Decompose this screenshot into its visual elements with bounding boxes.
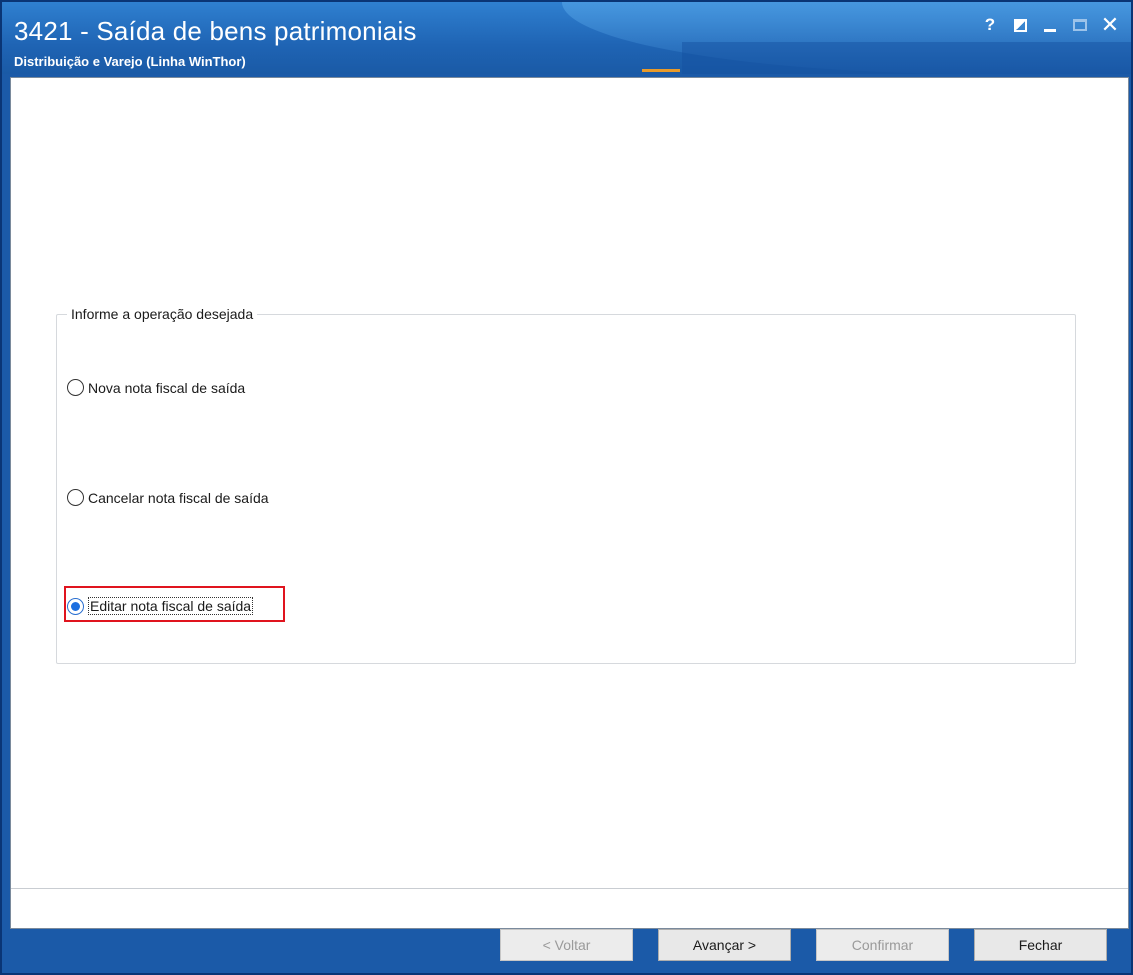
contrast-icon[interactable] <box>1005 12 1035 38</box>
radio-option-label: Cancelar nota fiscal de saída <box>88 489 269 506</box>
window-subtitle: Distribuição e Varejo (Linha WinThor) <box>14 54 246 69</box>
radio-option-cancel[interactable]: Cancelar nota fiscal de saída <box>67 489 269 506</box>
main-window: 3421 - Saída de bens patrimoniais Distri… <box>0 0 1133 975</box>
content-area: Informe a operação desejada Nova nota fi… <box>10 77 1129 929</box>
radio-icon[interactable] <box>67 489 84 506</box>
window-title: 3421 - Saída de bens patrimoniais <box>14 16 417 46</box>
radio-checked-icon[interactable] <box>67 597 84 615</box>
help-icon[interactable]: ? <box>975 12 1005 38</box>
window-controls: ? ✕ <box>975 12 1125 38</box>
close-button[interactable]: Fechar <box>974 929 1107 961</box>
maximize-icon[interactable] <box>1065 12 1095 38</box>
back-button[interactable]: < Voltar <box>500 929 633 961</box>
footer-separator <box>11 888 1128 889</box>
title-bar[interactable]: 3421 - Saída de bens patrimoniais Distri… <box>2 2 1131 74</box>
radio-option-edit[interactable]: Editar nota fiscal de saída <box>67 597 254 615</box>
accent-line <box>642 69 680 72</box>
radio-option-new[interactable]: Nova nota fiscal de saída <box>67 379 245 396</box>
minimize-icon[interactable] <box>1035 12 1065 38</box>
confirm-button[interactable]: Confirmar <box>816 929 949 961</box>
radio-icon[interactable] <box>67 379 84 396</box>
radio-option-label: Editar nota fiscal de saída <box>88 597 254 615</box>
operation-groupbox: Informe a operação desejada Nova nota fi… <box>56 306 1076 664</box>
close-icon[interactable]: ✕ <box>1095 12 1125 38</box>
groupbox-legend: Informe a operação desejada <box>67 306 258 322</box>
title-bar-decoration-lower <box>682 42 1131 74</box>
next-button[interactable]: Avançar > <box>658 929 791 961</box>
radio-option-label: Nova nota fiscal de saída <box>88 379 246 396</box>
